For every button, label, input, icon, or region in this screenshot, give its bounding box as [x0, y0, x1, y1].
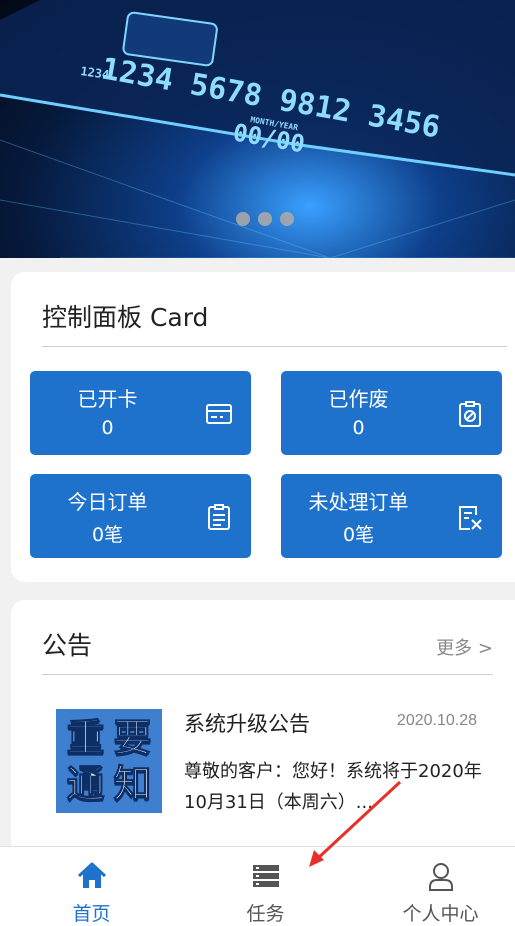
server-list-icon — [252, 865, 279, 887]
notice-image-char: 重 — [66, 716, 105, 760]
tile-label: 已开卡 — [77, 387, 138, 411]
tab-home[interactable]: 首页 — [6, 847, 177, 926]
tile-value: 0笔 — [342, 524, 375, 546]
divider — [42, 346, 507, 347]
dashboard-panel: 控制面板 Card 已开卡 0 已作废 0 今日订单 0笔 未处理订单 0笔 — [11, 272, 515, 582]
tile-pending-orders[interactable]: 未处理订单 0笔 — [281, 474, 502, 558]
tab-profile[interactable]: 个人中心 — [355, 847, 515, 926]
bottom-tab-bar: 首页 任务 个人中心 — [0, 846, 515, 926]
tab-tasks[interactable]: 任务 — [180, 847, 351, 926]
dashboard-title: 控制面板 Card — [42, 303, 209, 332]
carousel-dot[interactable] — [258, 212, 272, 226]
banner-carousel[interactable]: 1234 5678 9812 3456 1234 MONTH/YEAR 00/0… — [0, 0, 515, 258]
clipboard-list-icon — [208, 504, 230, 530]
home-icon — [77, 862, 106, 888]
carousel-dot[interactable] — [280, 212, 294, 226]
tile-label: 今日订单 — [67, 490, 148, 514]
tile-opened-cards[interactable]: 已开卡 0 — [30, 371, 251, 455]
notice-item-date: 2020.10.28 — [396, 712, 477, 729]
tab-label: 个人中心 — [402, 903, 479, 925]
notice-image: 重 要 通 知 — [56, 709, 162, 813]
more-link[interactable]: 更多 > — [436, 634, 493, 660]
carousel-dot[interactable] — [236, 212, 250, 226]
tile-value: 0 — [352, 417, 365, 439]
notice-item-body: 尊敬的客户：您好！系统将于2020年10月31日（本周六）... — [184, 761, 482, 813]
tile-label: 已作废 — [328, 387, 389, 411]
notice-image-char: 知 — [113, 762, 152, 806]
carousel-indicator[interactable] — [236, 212, 294, 226]
cancel-clipboard-icon — [459, 401, 481, 427]
tile-cancelled[interactable]: 已作废 0 — [281, 371, 502, 455]
notice-title: 公告 — [42, 631, 93, 660]
notice-image-char: 通 — [66, 762, 105, 806]
tile-value: 0笔 — [91, 524, 124, 546]
user-icon — [428, 863, 453, 891]
notice-item-title: 系统升级公告 — [184, 712, 310, 736]
card-icon — [206, 404, 232, 424]
pending-order-icon — [459, 506, 482, 530]
tile-today-orders[interactable]: 今日订单 0笔 — [30, 474, 251, 558]
divider — [42, 674, 493, 675]
tab-label: 首页 — [72, 903, 111, 925]
tab-label: 任务 — [246, 903, 285, 925]
notice-image-char: 要 — [113, 716, 152, 760]
tile-value: 0 — [101, 417, 114, 439]
tile-label: 未处理订单 — [308, 490, 409, 514]
